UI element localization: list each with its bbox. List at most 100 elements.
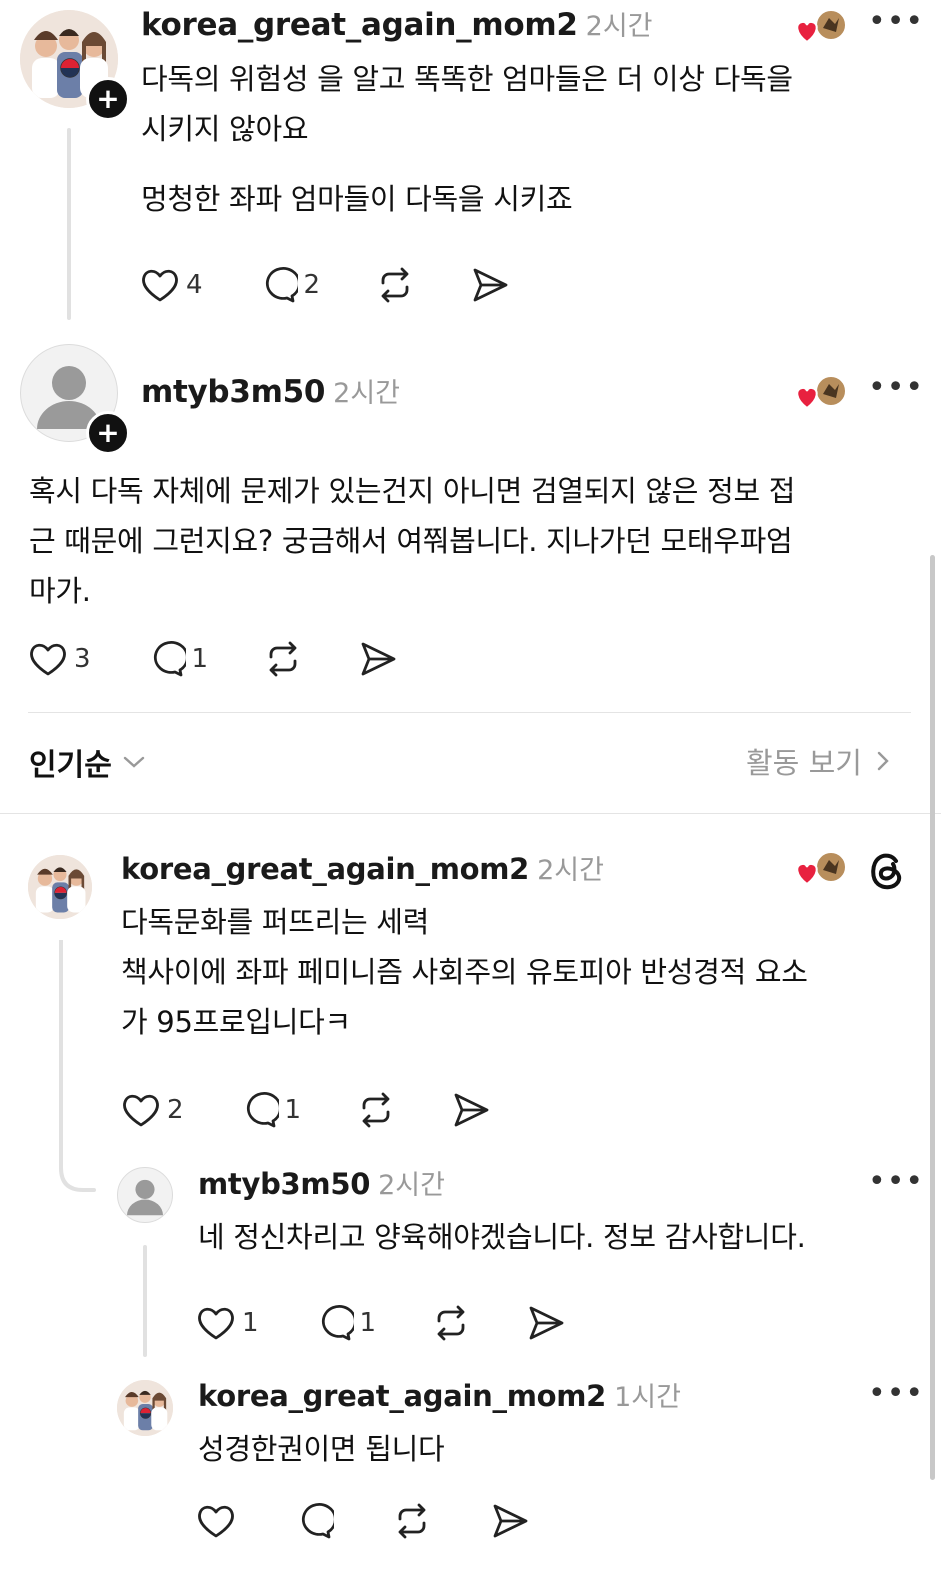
heart-icon (30, 643, 66, 676)
like-button[interactable] (196, 1502, 236, 1540)
comment-icon (321, 1305, 354, 1341)
scrollbar[interactable] (930, 555, 935, 1480)
thread-line (143, 1245, 147, 1357)
comment-icon (301, 1503, 334, 1539)
comment-button[interactable]: 1 (239, 1091, 301, 1129)
repost-icon (398, 1503, 426, 1539)
comment-actions: 2 1 (121, 1091, 546, 1129)
liked-by-author-badge (793, 374, 851, 414)
comment-header: mtyb3m50 2시간 (198, 1163, 445, 1202)
share-button[interactable] (358, 640, 398, 678)
follow-plus-button[interactable]: + (86, 411, 130, 455)
comment-button[interactable]: 1 (314, 1304, 377, 1342)
timestamp: 2시간 (378, 1170, 445, 1201)
like-count: 4 (186, 270, 203, 300)
like-button[interactable]: 1 (196, 1304, 259, 1342)
post-line: 마가. (29, 574, 91, 608)
post-actions: 4 2 (140, 266, 565, 304)
divider (0, 813, 941, 814)
reply-count: 2 (303, 270, 321, 300)
comment-button[interactable]: 1 (146, 640, 209, 678)
comment-icon (265, 267, 298, 303)
username[interactable]: mtyb3m50 (141, 374, 325, 410)
liked-by-author-badge (793, 8, 851, 48)
post-line: 멍청한 좌파 엄마들이 다독을 시키죠 (141, 182, 573, 216)
share-icon (473, 268, 508, 302)
chevron-down-icon (123, 756, 145, 768)
like-button[interactable]: 2 (121, 1091, 184, 1129)
repost-button[interactable] (375, 266, 415, 304)
like-button[interactable]: 3 (28, 640, 91, 678)
reply-count: 1 (359, 1308, 377, 1338)
heart-icon (123, 1094, 159, 1127)
repost-icon (437, 1305, 465, 1341)
share-button[interactable] (470, 266, 510, 304)
repost-icon (381, 267, 409, 303)
comment-actions: 1 1 (196, 1304, 621, 1342)
heart-icon (142, 269, 178, 302)
activity-label: 활동 보기 (746, 746, 862, 780)
sort-dropdown[interactable]: 인기순 (29, 740, 148, 784)
avatar-korea-mom[interactable] (28, 855, 92, 919)
divider (28, 712, 911, 713)
share-button[interactable] (451, 1091, 491, 1129)
comment-button[interactable] (294, 1502, 334, 1540)
comment-header: korea_great_again_mom2 2시간 (121, 848, 604, 887)
threads-logo-icon[interactable] (866, 850, 908, 896)
repost-button[interactable] (356, 1091, 396, 1129)
reply-count: 1 (191, 644, 209, 674)
share-button[interactable] (490, 1502, 530, 1540)
comment-line: 네 정신차리고 양육해야겠습니다. 정보 감사합니다. (198, 1220, 806, 1254)
sort-label: 인기순 (29, 748, 112, 783)
comment-line: 성경한권이면 됩니다 (198, 1432, 445, 1466)
post-header: korea_great_again_mom2 2시간 (141, 4, 653, 43)
thread-line (59, 940, 96, 1192)
timestamp: 2시간 (585, 11, 653, 42)
repost-icon (269, 641, 297, 677)
repost-button[interactable] (431, 1304, 471, 1342)
follow-plus-button[interactable]: + (86, 77, 130, 121)
family-photo-icon (117, 1380, 173, 1436)
comment-icon (153, 641, 186, 677)
username[interactable]: korea_great_again_mom2 (198, 1379, 606, 1413)
person-placeholder-icon (127, 1179, 163, 1216)
share-button[interactable] (526, 1304, 566, 1342)
post-line: 다독의 위험성 을 알고 똑똑한 엄마들은 더 이상 다독을 (141, 62, 793, 96)
timestamp: 1시간 (614, 1382, 681, 1413)
avatar-korea-mom[interactable] (117, 1380, 173, 1436)
like-button[interactable]: 4 (140, 266, 203, 304)
post-header: mtyb3m50 2시간 (141, 371, 400, 410)
post-line: 근 때문에 그런지요? 궁금해서 여쭤봅니다. 지나가던 모태우파엄 (29, 524, 793, 558)
avatar-default[interactable] (117, 1167, 173, 1223)
liked-by-author-badge (793, 850, 851, 890)
post-actions: 3 1 (28, 640, 453, 678)
repost-button[interactable] (263, 640, 303, 678)
username[interactable]: korea_great_again_mom2 (121, 852, 529, 886)
comment-line: 다독문화를 퍼뜨리는 세력 (121, 905, 430, 939)
share-icon (454, 1093, 489, 1127)
share-icon (361, 642, 396, 676)
like-count: 2 (167, 1095, 184, 1125)
share-icon (493, 1504, 528, 1538)
more-icon[interactable]: ••• (868, 7, 924, 37)
post-body: 혹시 다독 자체에 문제가 있는건지 아니면 검열되지 않은 정보 접 근 때문… (29, 466, 795, 616)
comment-body: 다독문화를 퍼뜨리는 세력 책사이에 좌파 페미니즘 사회주의 유토피아 반성경… (121, 897, 808, 1047)
comment-line: 가 95프로입니다ㅋ (121, 1005, 351, 1039)
timestamp: 2시간 (537, 855, 604, 886)
repost-button[interactable] (392, 1502, 432, 1540)
post-body: 다독의 위험성 을 알고 똑똑한 엄마들은 더 이상 다독을 시키지 않아요 (141, 54, 793, 154)
comment-actions (196, 1502, 585, 1540)
activity-view-link[interactable]: 활동 보기 (746, 740, 894, 782)
comment-icon (246, 1092, 279, 1128)
comment-line: 책사이에 좌파 페미니즘 사회주의 유토피아 반성경적 요소 (121, 955, 808, 989)
timestamp: 2시간 (333, 378, 400, 409)
more-icon[interactable]: ••• (868, 1167, 924, 1197)
heart-icon (198, 1307, 234, 1340)
like-count: 3 (74, 644, 91, 674)
comment-button[interactable]: 2 (258, 266, 321, 304)
more-icon[interactable]: ••• (868, 1379, 924, 1409)
post-line: 혹시 다독 자체에 문제가 있는건지 아니면 검열되지 않은 정보 접 (29, 474, 796, 508)
more-icon[interactable]: ••• (868, 373, 924, 403)
username[interactable]: korea_great_again_mom2 (141, 7, 578, 43)
username[interactable]: mtyb3m50 (198, 1167, 370, 1201)
